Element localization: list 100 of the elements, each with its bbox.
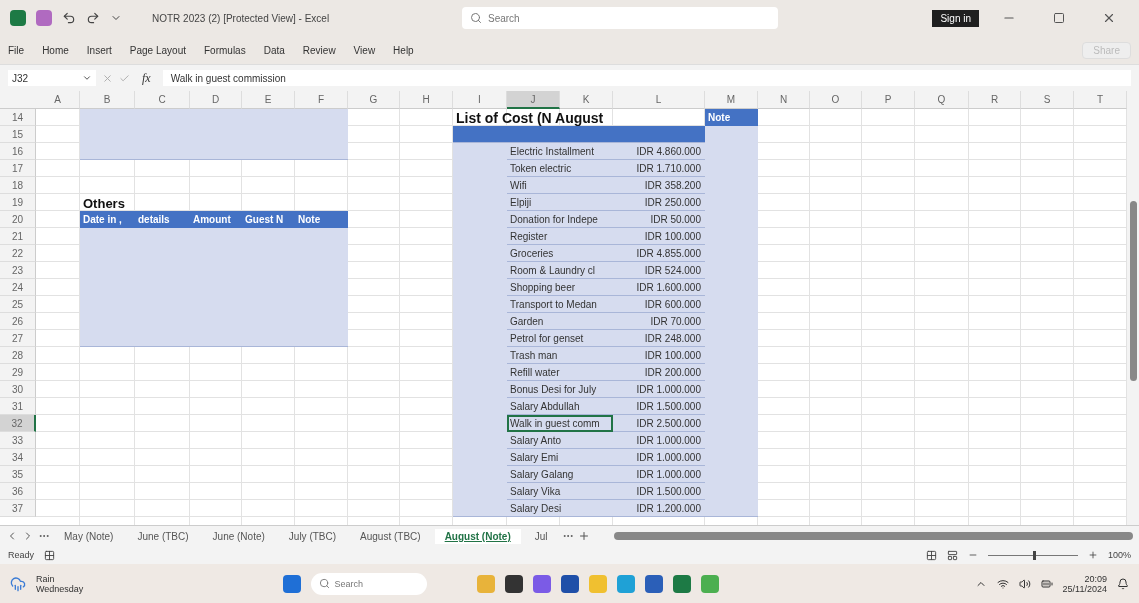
row-header[interactable]: 18 — [0, 177, 36, 194]
row-header[interactable]: 37 — [0, 500, 36, 517]
sheet-tab[interactable]: August (TBC) — [350, 528, 431, 544]
column-header[interactable]: K — [560, 91, 613, 109]
close-icon[interactable] — [1102, 11, 1116, 25]
dropdown-icon[interactable] — [82, 73, 92, 83]
menu-tab[interactable]: Help — [393, 42, 414, 58]
maximize-icon[interactable] — [1053, 12, 1065, 24]
sign-in-button[interactable]: Sign in — [932, 9, 979, 27]
column-header[interactable]: C — [135, 91, 190, 109]
row-header[interactable]: 15 — [0, 126, 36, 143]
row-header[interactable]: 23 — [0, 262, 36, 279]
normal-view-icon[interactable] — [925, 549, 937, 561]
column-header[interactable]: H — [400, 91, 453, 109]
column-header[interactable]: S — [1021, 91, 1074, 109]
zoom-in-icon[interactable] — [1087, 550, 1098, 560]
formula-input[interactable]: Walk in guest commission — [162, 70, 1131, 86]
row-header[interactable]: 21 — [0, 228, 36, 245]
table-cell[interactable]: Salary Vika — [507, 483, 613, 500]
column-header[interactable]: M — [705, 91, 758, 109]
notification-icon[interactable] — [1117, 577, 1129, 590]
column-header[interactable]: I — [453, 91, 507, 109]
sheet-tab[interactable]: August (Note) — [434, 528, 521, 544]
menu-tab[interactable]: Data — [263, 42, 285, 58]
row-header[interactable]: 16 — [0, 143, 36, 160]
menu-tab[interactable]: Insert — [86, 42, 112, 58]
table-cell[interactable]: Donation for Indepe — [507, 211, 613, 228]
table-cell[interactable]: Salary Anto — [507, 432, 613, 449]
table-cell[interactable]: Shopping beer — [507, 279, 613, 296]
page-layout-icon[interactable] — [946, 549, 958, 561]
row-header[interactable]: 17 — [0, 160, 36, 177]
row-header[interactable]: 31 — [0, 398, 36, 415]
column-header[interactable]: O — [810, 91, 862, 109]
volume-icon[interactable] — [1018, 577, 1031, 590]
app-icon[interactable] — [645, 574, 664, 593]
row-header[interactable]: 29 — [0, 364, 36, 381]
row-header[interactable]: 33 — [0, 432, 36, 449]
column-header[interactable]: Q — [915, 91, 969, 109]
table-cell[interactable]: Salary Abdullah — [507, 398, 613, 415]
sheet-tab[interactable]: Jul — [524, 528, 558, 544]
name-box[interactable]: J32 — [8, 70, 96, 86]
table-cell[interactable]: Electric Installment — [507, 143, 613, 160]
zoom-thumb[interactable] — [1032, 550, 1036, 560]
table-cell[interactable]: Garden — [507, 313, 613, 330]
column-header[interactable]: B — [80, 91, 135, 109]
table-cell[interactable]: Salary Emi — [507, 449, 613, 466]
table-cell[interactable]: Transport to Medan — [507, 296, 613, 313]
table-cell[interactable]: Groceries — [507, 245, 613, 262]
table-cell[interactable]: Register — [507, 228, 613, 245]
column-header[interactable]: N — [758, 91, 810, 109]
row-header[interactable]: 36 — [0, 483, 36, 500]
app-icon[interactable] — [561, 574, 580, 593]
table-cell[interactable]: Bonus Desi for July — [507, 381, 613, 398]
row-header[interactable]: 19 — [0, 194, 36, 211]
table-cell[interactable]: Refill water — [507, 364, 613, 381]
scrollbar-thumb[interactable] — [1129, 201, 1137, 381]
column-header[interactable]: D — [190, 91, 242, 109]
insert-function-button[interactable]: fx — [142, 70, 151, 86]
row-header[interactable]: 34 — [0, 449, 36, 466]
column-header[interactable]: J — [507, 91, 560, 109]
column-header[interactable]: L — [613, 91, 705, 109]
menu-tab[interactable]: File — [8, 42, 25, 58]
row-header[interactable]: 28 — [0, 347, 36, 364]
row-header[interactable]: 35 — [0, 466, 36, 483]
wifi-icon[interactable] — [996, 577, 1009, 590]
sheet-tab[interactable]: July (TBC) — [278, 528, 347, 544]
menu-tab[interactable]: View — [353, 42, 376, 58]
sheet-tab[interactable]: May (Note) — [54, 528, 124, 544]
redo-icon[interactable] — [86, 11, 100, 25]
row-header[interactable]: 25 — [0, 296, 36, 313]
menu-tab[interactable]: Formulas — [204, 42, 246, 58]
row-header[interactable]: 14 — [0, 109, 36, 126]
table-cell[interactable]: Token electric — [507, 160, 613, 177]
table-cell[interactable]: Elpiji — [507, 194, 613, 211]
column-header[interactable]: A — [36, 91, 80, 109]
column-header[interactable]: G — [348, 91, 400, 109]
row-header[interactable]: 24 — [0, 279, 36, 296]
row-header[interactable]: 22 — [0, 245, 36, 262]
menu-tab[interactable]: Home — [42, 42, 69, 58]
sheet-tab[interactable]: June (TBC) — [127, 528, 199, 544]
search-field[interactable]: Search — [462, 7, 778, 29]
row-header[interactable]: 32 — [0, 415, 36, 432]
table-cell[interactable]: Petrol for genset — [507, 330, 613, 347]
battery-icon[interactable] — [1040, 577, 1053, 590]
menu-tab[interactable]: Page Layout — [129, 42, 186, 58]
add-sheet-icon[interactable] — [577, 530, 590, 542]
table-cell[interactable]: Room & Laundry cl — [507, 262, 613, 279]
column-header[interactable]: F — [295, 91, 348, 109]
table-cell[interactable]: Salary Galang — [507, 466, 613, 483]
vertical-scrollbar[interactable] — [1127, 91, 1139, 525]
sheet-tab[interactable]: June (Note) — [202, 528, 275, 544]
column-header[interactable]: P — [862, 91, 915, 109]
horizontal-scrollbar[interactable] — [613, 532, 1133, 540]
taskbar-search-field[interactable]: Search — [311, 572, 428, 595]
table-cell[interactable]: Walk in guest comm — [507, 415, 613, 432]
row-header[interactable]: 26 — [0, 313, 36, 330]
row-header[interactable]: 20 — [0, 211, 36, 228]
table-cell[interactable]: Trash man — [507, 347, 613, 364]
menu-tab[interactable]: Review — [302, 42, 336, 58]
column-header[interactable]: T — [1074, 91, 1127, 109]
